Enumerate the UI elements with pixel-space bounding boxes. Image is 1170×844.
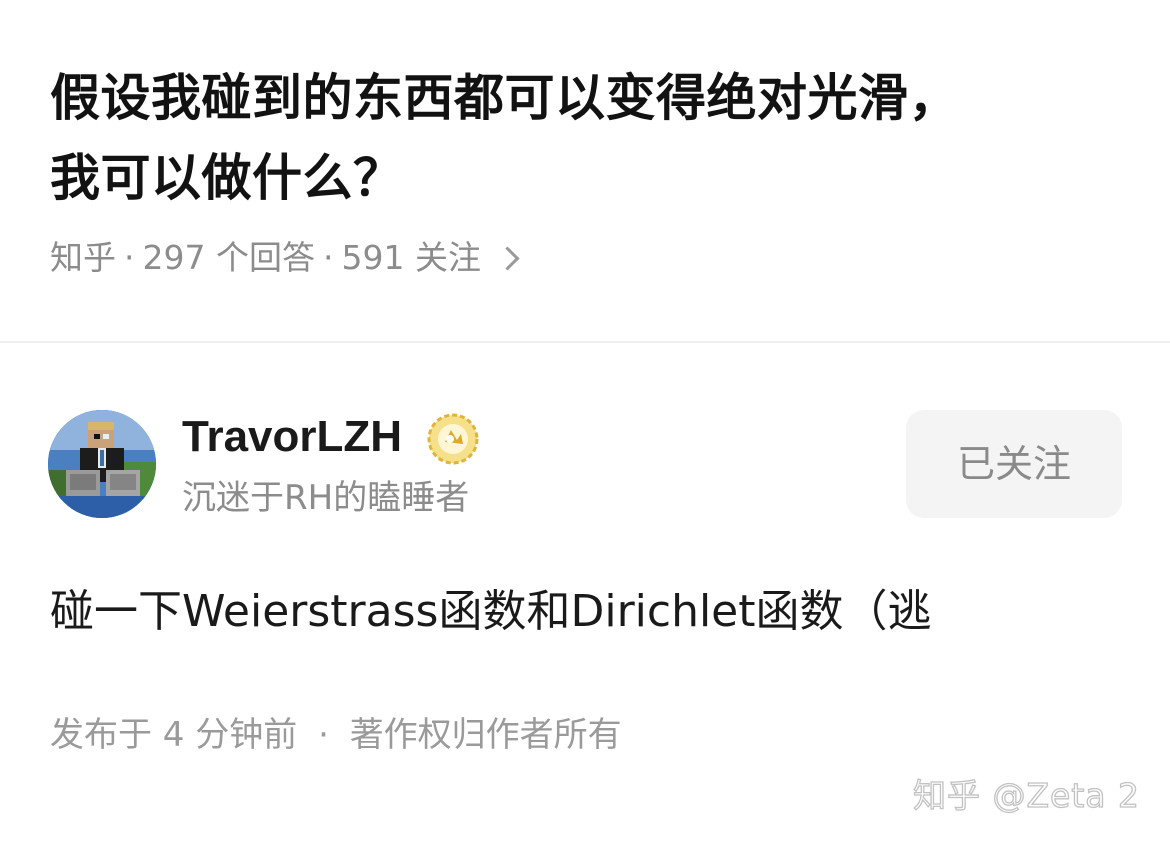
gold-badge-icon[interactable] <box>426 412 480 466</box>
watermark: 知乎 @Zeta 2 <box>912 775 1140 815</box>
answer-footer: 发布于 4 分钟前 · 著作权归作者所有 <box>50 712 622 758</box>
footer-separator: · <box>318 715 329 755</box>
question-title-line-2: 我可以做什么？ <box>50 149 404 207</box>
answer-text[interactable]: 碰一下Weierstrass函数和Dirichlet函数（逃 <box>50 582 932 642</box>
copyright-notice: 著作权归作者所有 <box>349 715 622 755</box>
meta-separator: · <box>322 238 334 277</box>
question-header: 假设我碰到的东西都可以变得绝对光滑， 我可以做什么？ 知乎 · 297 个回答 … <box>50 58 1120 280</box>
follower-count: 591 关注 <box>341 238 481 277</box>
avatar-image <box>48 410 156 518</box>
author-row: TravorLZH 沉迷于RH的瞌睡者 已关注 <box>48 408 1122 520</box>
author-bio: 沉迷于RH的瞌睡者 <box>182 478 470 518</box>
answer-count: 297 个回答 <box>142 238 315 277</box>
avatar[interactable] <box>48 410 156 518</box>
chevron-right-icon[interactable] <box>495 245 520 271</box>
question-title-line-1: 假设我碰到的东西都可以变得绝对光滑， <box>50 69 959 127</box>
follow-button[interactable]: 已关注 <box>906 410 1122 518</box>
question-meta[interactable]: 知乎 · 297 个回答 · 591 关注 <box>50 236 1120 280</box>
meta-separator: · <box>124 238 135 277</box>
question-source: 知乎 <box>50 238 116 277</box>
section-divider <box>0 341 1170 343</box>
question-title[interactable]: 假设我碰到的东西都可以变得绝对光滑， 我可以做什么？ <box>50 58 1120 218</box>
publish-time: 发布于 4 分钟前 <box>50 715 298 755</box>
author-name[interactable]: TravorLZH <box>182 410 402 464</box>
